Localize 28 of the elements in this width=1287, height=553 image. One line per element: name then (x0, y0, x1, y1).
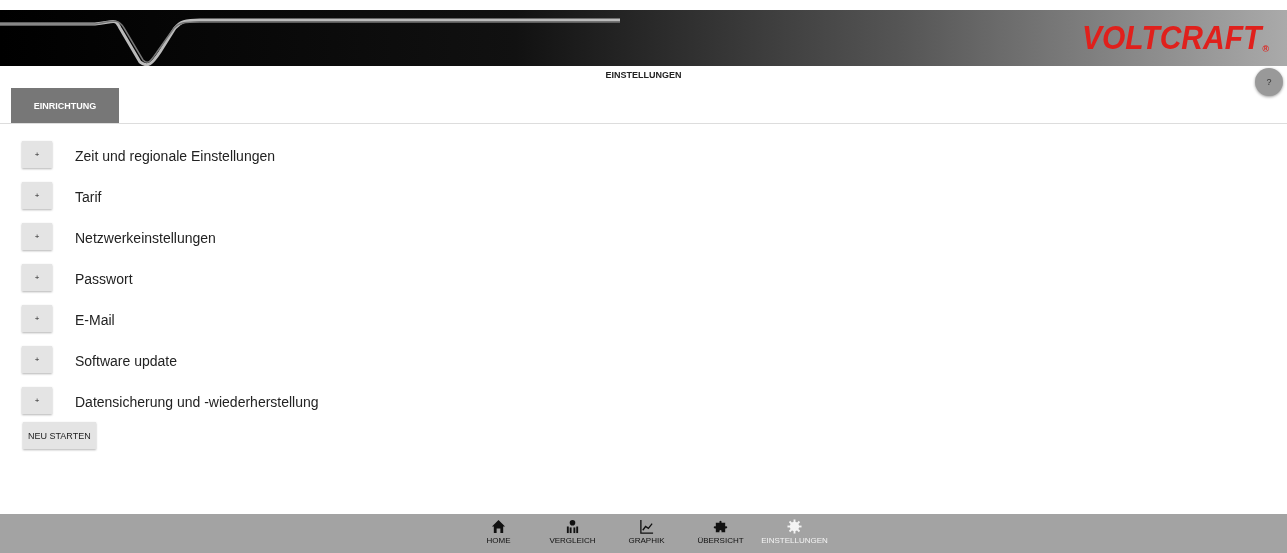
section-label: E-Mail (75, 311, 115, 328)
help-button[interactable]: ? (1255, 68, 1283, 96)
section-label: Datensicherung und -wiederherstellung (75, 393, 319, 410)
nav-item[interactable]: HOME (462, 514, 535, 553)
home-icon (491, 519, 506, 534)
settings-icon (787, 519, 802, 534)
puzzle-icon (713, 519, 728, 534)
expand-button[interactable]: + (22, 264, 52, 291)
line-chart-icon (639, 519, 654, 534)
tab[interactable]: EINRICHTUNG (11, 88, 119, 123)
coin-bars-icon (565, 519, 580, 534)
nav-item[interactable]: ÜBERSICHT (684, 514, 757, 553)
expand-button[interactable]: + (22, 346, 52, 373)
expand-button[interactable]: + (22, 182, 52, 209)
section-label: Passwort (75, 270, 133, 287)
expand-button[interactable]: + (22, 305, 52, 332)
section-label: Tarif (75, 188, 102, 205)
restart-button[interactable]: NEU STARTEN (23, 422, 96, 449)
expand-button[interactable]: + (22, 141, 52, 168)
expand-button[interactable]: + (22, 223, 52, 250)
section-label: Netzwerkeinstellungen (75, 229, 216, 246)
section-label: Software update (75, 352, 177, 369)
page-title: EINSTELLUNGEN (605, 70, 682, 80)
section-label: Zeit und regionale Einstellungen (75, 147, 276, 164)
nav-item[interactable]: VERGLEICH (536, 514, 609, 553)
expand-button[interactable]: + (22, 387, 52, 414)
logo: VOLTCRAFT® (1081, 19, 1269, 57)
nav-item[interactable]: GRAPHIK (610, 514, 683, 553)
